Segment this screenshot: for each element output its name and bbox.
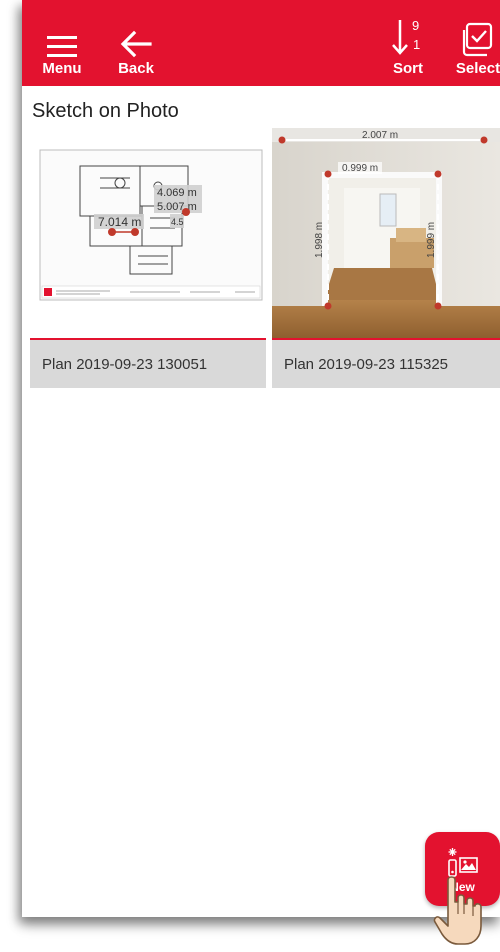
- plan-card[interactable]: 2.007 m 0.999 m 1.998 m 1.999 m Plan 201…: [272, 128, 500, 388]
- sort-button[interactable]: 9 1 Sort: [380, 0, 436, 86]
- sort-bottom-digit: 1: [413, 37, 420, 52]
- section-title: Sketch on Photo: [32, 100, 179, 122]
- hamburger-icon: [47, 0, 77, 58]
- measure-label: 0.999 m: [342, 163, 378, 174]
- select-button[interactable]: Select: [450, 0, 500, 86]
- top-toolbar: Menu Back 9 1 Sort Select: [22, 0, 500, 86]
- measure-label: 1.998 m: [314, 222, 325, 258]
- plan-name: Plan 2019-09-23 130051: [30, 340, 266, 388]
- back-button[interactable]: Back: [108, 0, 164, 86]
- measure-label: 1.999 m: [426, 222, 437, 258]
- measure-label: 5.007 m: [157, 201, 197, 213]
- checkbox-stack-icon: [461, 0, 495, 58]
- plan-name: Plan 2019-09-23 115325: [272, 340, 500, 388]
- sort-label: Sort: [393, 60, 423, 77]
- floor-plan-thumbnail: 4.069 m 5.007 m 7.014 m 4.5: [30, 128, 266, 340]
- measure-label: 7.014 m: [98, 215, 141, 229]
- measure-label: 2.007 m: [362, 130, 398, 141]
- sort-icon: 9 1: [388, 0, 428, 58]
- plan-card[interactable]: 4.069 m 5.007 m 7.014 m 4.5 Plan 2019-09…: [30, 128, 266, 388]
- arrow-left-icon: [120, 0, 152, 58]
- app-screen: Menu Back 9 1 Sort Select Sketch on Phot…: [22, 0, 500, 917]
- doorway-photo-thumbnail: 2.007 m 0.999 m 1.998 m 1.999 m: [272, 128, 500, 340]
- measure-label: 4.069 m: [157, 187, 197, 199]
- menu-label: Menu: [42, 60, 82, 77]
- back-label: Back: [118, 60, 154, 77]
- select-label: Select: [455, 60, 500, 77]
- measure-label: 4.5: [171, 217, 184, 227]
- sort-top-digit: 9: [412, 18, 419, 33]
- tap-hand-icon: [432, 876, 482, 952]
- menu-button[interactable]: Menu: [34, 0, 90, 86]
